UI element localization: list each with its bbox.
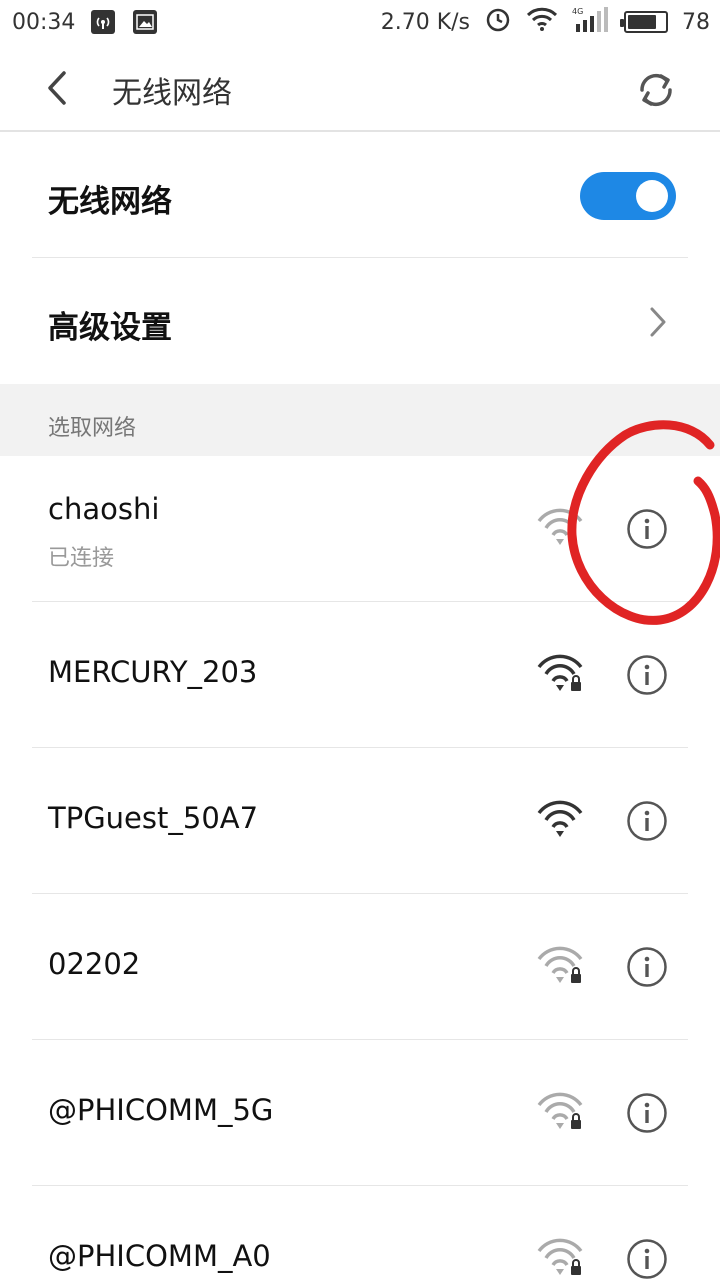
status-time: 00:34 (12, 9, 76, 35)
wifi-toggle-switch[interactable] (580, 172, 676, 220)
lock-icon (571, 1113, 581, 1129)
lock-icon (571, 1259, 581, 1275)
toggle-knob (636, 180, 668, 212)
network-name: 02202 (48, 947, 141, 981)
cell-signal-icon: 4G (572, 6, 610, 38)
wifi-signal-icon (537, 654, 583, 691)
info-icon[interactable] (626, 946, 668, 988)
section-label: 选取网络 (48, 416, 137, 441)
info-icon[interactable] (626, 654, 668, 696)
app-header: 无线网络 (0, 44, 720, 132)
wifi-signal-icon (537, 800, 583, 837)
network-name: @PHICOMM_5G (48, 1093, 274, 1127)
network-name: @PHICOMM_A0 (48, 1239, 271, 1273)
refresh-icon (640, 73, 672, 107)
back-button[interactable] (36, 66, 80, 110)
status-right-group: 2.70 K/s 4G 78 (381, 0, 710, 44)
network-row[interactable]: TPGuest_50A7 (32, 748, 688, 894)
network-row[interactable]: 02202 (32, 894, 688, 1040)
wifi-status-icon (526, 6, 558, 38)
network-name: MERCURY_203 (48, 655, 258, 689)
wifi-signal-icon (537, 1092, 583, 1129)
info-icon[interactable] (626, 1238, 668, 1280)
info-icon[interactable] (626, 508, 668, 550)
advanced-settings-row[interactable]: 高级设置 (32, 258, 688, 384)
section-header: 选取网络 (0, 384, 720, 456)
advanced-settings-label: 高级设置 (48, 310, 172, 346)
network-speed: 2.70 K/s (380, 9, 470, 35)
battery-percent: 78 (682, 9, 710, 35)
status-bar: 00:34 2.70 K/s 4G 78 (0, 0, 720, 44)
wifi-signal-icon (537, 508, 583, 545)
wifi-toggle-label: 无线网络 (48, 184, 172, 220)
network-status: 已连接 (48, 546, 115, 571)
battery-level-fill (628, 15, 657, 29)
info-icon[interactable] (626, 1092, 668, 1134)
alarm-icon (484, 5, 512, 39)
network-type-label: 4G (572, 7, 583, 16)
wifi-signal-icon (537, 946, 583, 983)
refresh-button[interactable] (632, 66, 680, 114)
image-icon (133, 10, 158, 34)
chevron-right-icon (650, 307, 666, 337)
network-row[interactable]: chaoshi 已连接 (32, 456, 688, 602)
info-icon[interactable] (626, 800, 668, 842)
lock-icon (571, 967, 581, 983)
network-row[interactable]: MERCURY_203 (32, 602, 688, 748)
chevron-left-icon (48, 71, 66, 105)
wifi-signal-icon (537, 1238, 583, 1275)
lock-icon (571, 675, 581, 691)
wifi-toggle-row: 无线网络 (32, 132, 688, 258)
network-row[interactable]: @PHICOMM_A0 (32, 1186, 688, 1280)
battery-icon (620, 11, 668, 33)
network-name: TPGuest_50A7 (48, 801, 259, 835)
network-row[interactable]: @PHICOMM_5G (32, 1040, 688, 1186)
network-name: chaoshi (48, 492, 160, 526)
hotspot-icon (91, 10, 116, 34)
page-title: 无线网络 (112, 76, 232, 111)
